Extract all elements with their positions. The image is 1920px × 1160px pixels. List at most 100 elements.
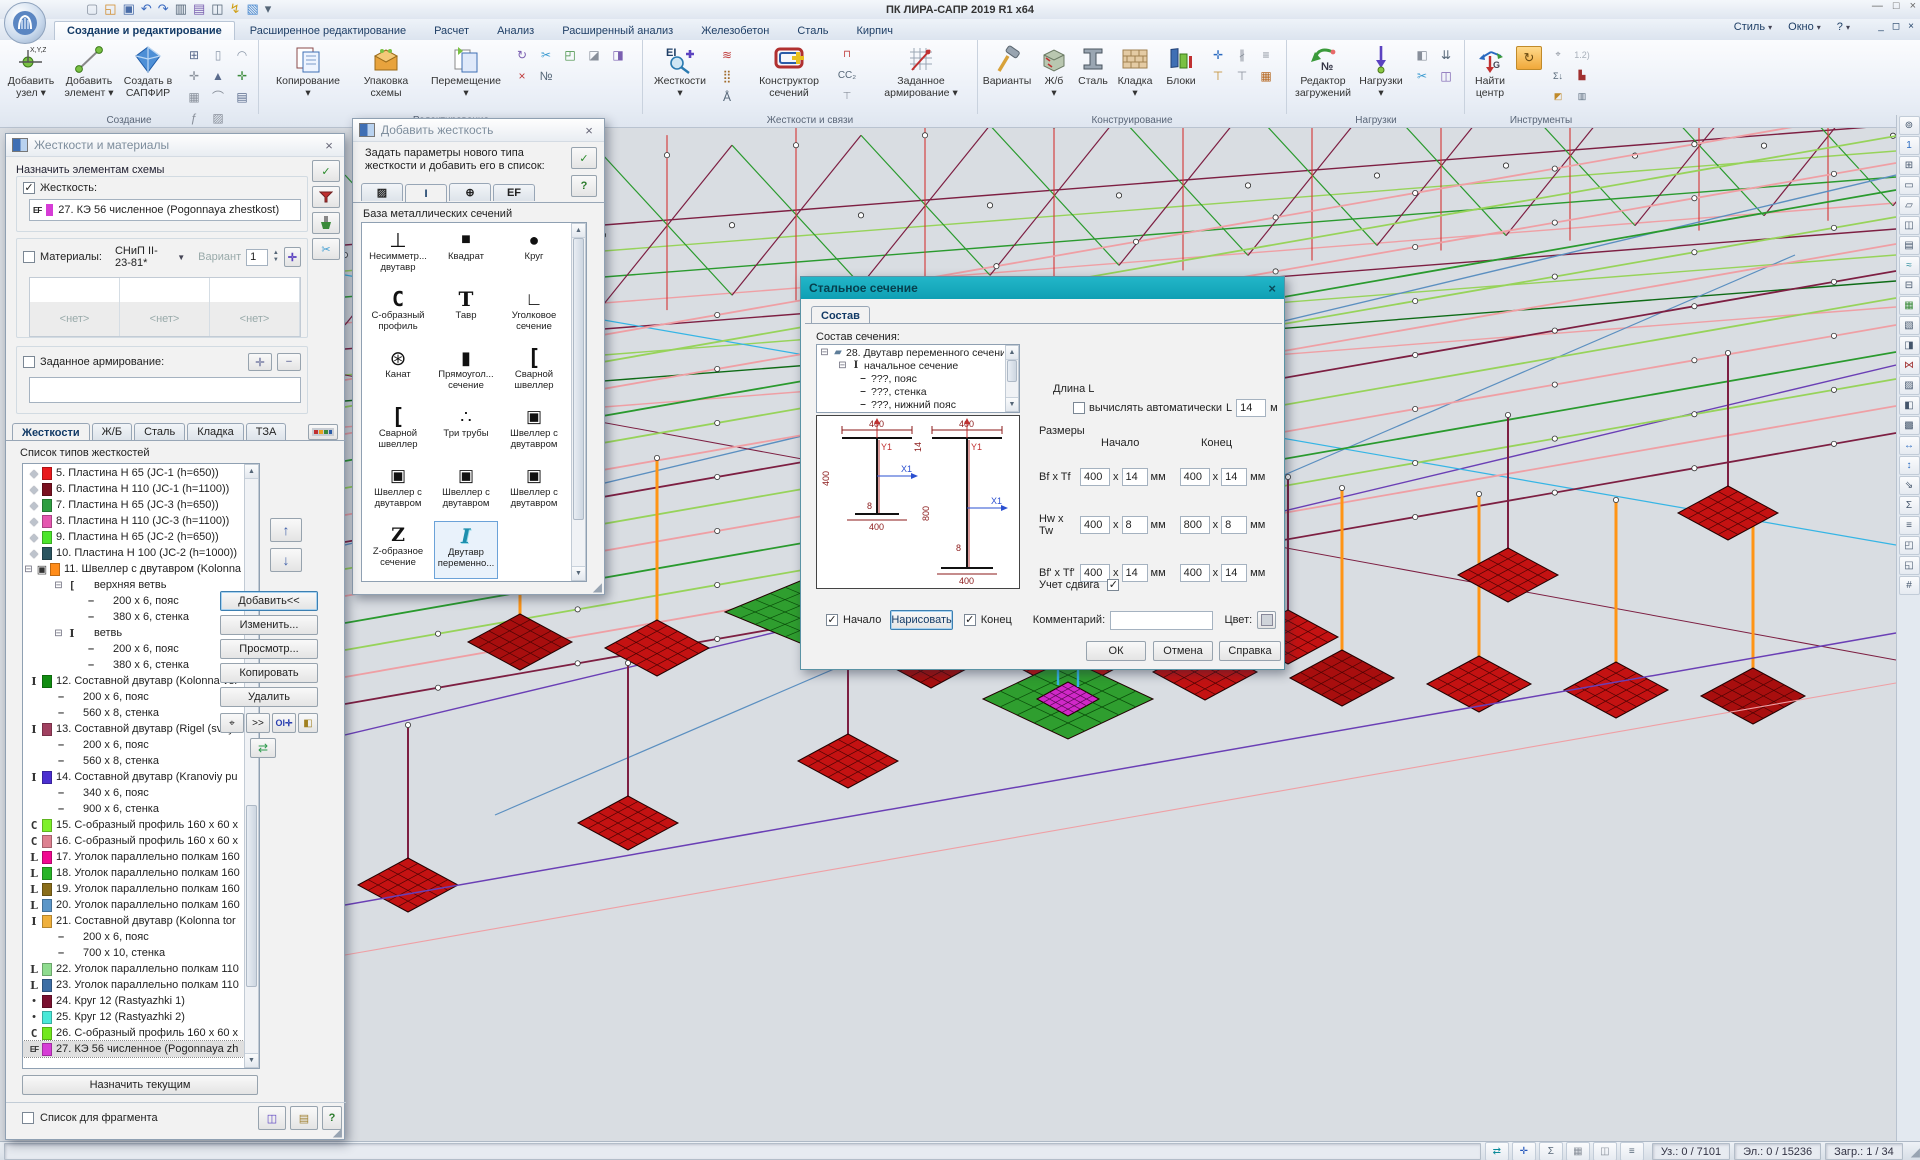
rc-button[interactable]: Ж/б ▾ xyxy=(1036,42,1072,112)
auto-length-checkbox[interactable] xyxy=(1073,402,1085,414)
view-tool-button[interactable]: ▦ xyxy=(1899,296,1920,315)
section-cell[interactable]: Прямоугол... сечение xyxy=(434,344,498,402)
tree-item[interactable]: ⊟ 28. Двутавр переменного сечения xyxy=(819,346,1004,359)
add-dialog-resize-grip[interactable]: ◢ xyxy=(593,580,602,594)
view-tool-button[interactable]: ▤ xyxy=(1899,236,1920,255)
view-tool-button[interactable]: ◨ xyxy=(1899,336,1920,355)
refresh-button[interactable]: ⇄ xyxy=(250,738,276,758)
materials-column[interactable]: <нет> xyxy=(120,278,210,336)
list-item[interactable]: ⊟ 22. Уголок параллельно полкам 110 xyxy=(23,961,244,977)
stiffness-panel-titlebar[interactable]: Жесткости и материалы × xyxy=(6,134,344,157)
list-item[interactable]: ⊟ 7. Пластина Н 65 (JC-3 (h=650)) xyxy=(23,497,244,513)
stiffness-current-field[interactable]: EF 27. КЭ 56 численное (Pogonnaya zhestk… xyxy=(29,199,301,221)
palette-button[interactable] xyxy=(308,424,338,440)
draw-button[interactable]: Нарисовать xyxy=(890,610,952,630)
list-scrollbar[interactable]: ▲ ▼ xyxy=(244,464,259,1068)
list-item[interactable]: ⊟ 15. С-образный профиль 160 x 60 x xyxy=(23,817,244,833)
brush-button[interactable] xyxy=(312,212,340,234)
snapshot-icon[interactable]: ◫ xyxy=(211,1,223,17)
view-tool-button[interactable]: ⋈ xyxy=(1899,356,1920,375)
status-tool-icon[interactable]: ≡ xyxy=(1620,1142,1644,1160)
panel-resize-grip[interactable]: ◢ xyxy=(333,1125,342,1139)
open-folder-icon[interactable]: ◱ xyxy=(104,1,116,17)
list-item[interactable]: ⊟ 27. КЭ 56 численное (Pogonnaya zh xyxy=(23,1041,244,1057)
list-item[interactable]: ⊟ 700 x 10, стенка xyxy=(23,945,244,961)
section-edit-button[interactable]: ΟΙ✛ xyxy=(272,713,296,733)
add-node-button[interactable]: X,Y,Z Добавить узел ▾ xyxy=(2,42,60,112)
list-item[interactable]: ⊟ 21. Составной двутавр (Kolonna tor xyxy=(23,913,244,929)
list-item[interactable]: ⊟ 23. Уголок параллельно полкам 110 xyxy=(23,977,244,993)
ribbon-tab[interactable]: Железобетон xyxy=(688,21,782,40)
list-item[interactable]: ⊟ 200 x 6, пояс xyxy=(23,641,244,657)
list-item[interactable]: ⊟ 20. Уголок параллельно полкам 160 xyxy=(23,897,244,913)
add-confirm-button[interactable]: ✓ xyxy=(571,147,597,169)
diagram-icon[interactable]: ▙ xyxy=(1570,65,1594,86)
view-tool-button[interactable]: ≡ xyxy=(1899,516,1920,535)
list-item[interactable]: ⊟ 12. Составной двутавр (Kolonna vei xyxy=(23,673,244,689)
section-cell[interactable]: Сварной швеллер xyxy=(366,403,430,461)
reinforcement-field[interactable] xyxy=(29,377,301,403)
panel-tab[interactable]: Кладка xyxy=(187,423,244,440)
variant-field[interactable]: 1 xyxy=(246,249,268,266)
list-item[interactable]: ⊟ 200 x 6, пояс xyxy=(23,689,244,705)
mesh-icon[interactable]: ▦ xyxy=(182,86,206,107)
mirror-icon[interactable]: ◪ xyxy=(582,44,606,65)
copy-list-button[interactable]: ◫ xyxy=(258,1106,286,1130)
target-icon[interactable]: ⌖ xyxy=(1546,44,1570,65)
scroll-down-icon[interactable]: ▼ xyxy=(245,1053,258,1067)
tree-scroll-up-icon[interactable]: ▲ xyxy=(1006,346,1018,360)
list-item[interactable]: ⊟ 13. Составной двутавр (Rigel (svay: xyxy=(23,721,244,737)
column-icon[interactable]: ▯ xyxy=(206,44,230,65)
materials-column[interactable]: <нет> xyxy=(210,278,300,336)
view-tool-button[interactable]: ▭ xyxy=(1899,176,1920,195)
scroll-up-icon[interactable]: ▲ xyxy=(245,465,258,479)
apply-check-button[interactable]: ✓ xyxy=(312,160,340,182)
mdi-close-button[interactable]: × xyxy=(1908,21,1914,32)
ribbon-tab[interactable]: Создание и редактирование xyxy=(54,21,235,40)
help-dialog-button[interactable]: Справка xyxy=(1219,641,1281,661)
new-file-icon[interactable]: ▢ xyxy=(86,1,98,17)
start-width-field[interactable]: 400 xyxy=(1080,468,1110,486)
tree-expander-icon[interactable]: ⊟ xyxy=(837,360,848,371)
axes-icon[interactable]: ✛ xyxy=(182,65,206,86)
view-tool-button[interactable]: ◧ xyxy=(1899,396,1920,415)
variants-button[interactable]: Варианты xyxy=(980,42,1034,112)
stiffness-checkbox[interactable]: ✓ xyxy=(23,182,35,194)
section-cell[interactable]: Квадрат xyxy=(434,226,498,284)
view-tool-button[interactable]: ⊞ xyxy=(1899,156,1920,175)
weight-icon[interactable]: ◧ xyxy=(1410,44,1434,65)
truss-icon[interactable]: ▲ xyxy=(206,65,230,86)
redo-icon[interactable]: ↷ xyxy=(158,1,169,17)
section-cell[interactable]: С-образный профиль xyxy=(366,285,430,343)
list-item[interactable]: ⊟ верхняя ветвь xyxy=(23,577,244,593)
cancel-button[interactable]: Отмена xyxy=(1153,641,1213,661)
list-item[interactable]: ⊟ 200 x 6, пояс xyxy=(23,593,244,609)
length-field[interactable]: 14 xyxy=(1236,399,1266,417)
menu-item[interactable]: Окно ▾ xyxy=(1788,21,1821,33)
dome-icon[interactable]: ◠ xyxy=(230,44,254,65)
chart3d-icon[interactable]: ▧ xyxy=(247,1,259,17)
minimize-button[interactable]: — xyxy=(1872,0,1883,12)
qat-more[interactable]: ▾ xyxy=(265,1,272,17)
table-icon[interactable]: ▥ xyxy=(1570,86,1594,107)
view-tool-button[interactable]: ◰ xyxy=(1899,536,1920,555)
close-button[interactable]: × xyxy=(1910,0,1916,12)
view-tool-button[interactable]: ▩ xyxy=(1899,416,1920,435)
assign-current-button[interactable]: Назначить текущим xyxy=(22,1075,258,1095)
section-cell[interactable]: Сварной швеллер xyxy=(502,344,566,402)
view-button[interactable]: Просмотр... xyxy=(220,639,318,659)
grid-scroll-down-icon[interactable]: ▼ xyxy=(572,566,585,580)
steel-dialog-close-icon[interactable]: × xyxy=(1268,281,1276,296)
comment-field[interactable] xyxy=(1110,611,1213,630)
expander-icon[interactable]: ⊟ xyxy=(53,580,64,591)
numbering-icon[interactable]: № xyxy=(534,65,558,86)
add-element-button[interactable]: Добавить элемент ▾ xyxy=(60,42,118,112)
find-center-button[interactable]: G Найти центр xyxy=(1468,42,1512,112)
cut-loads-icon[interactable]: ✂ xyxy=(1410,65,1434,86)
view-tool-button[interactable]: ▨ xyxy=(1899,376,1920,395)
panel-tab[interactable]: Жесткости xyxy=(12,423,90,441)
view-tool-button[interactable]: ◫ xyxy=(1899,216,1920,235)
start-width-field[interactable]: 400 xyxy=(1080,516,1110,534)
steel-button[interactable]: Сталь xyxy=(1074,42,1112,112)
archive-icon[interactable]: ▥ xyxy=(175,1,187,17)
